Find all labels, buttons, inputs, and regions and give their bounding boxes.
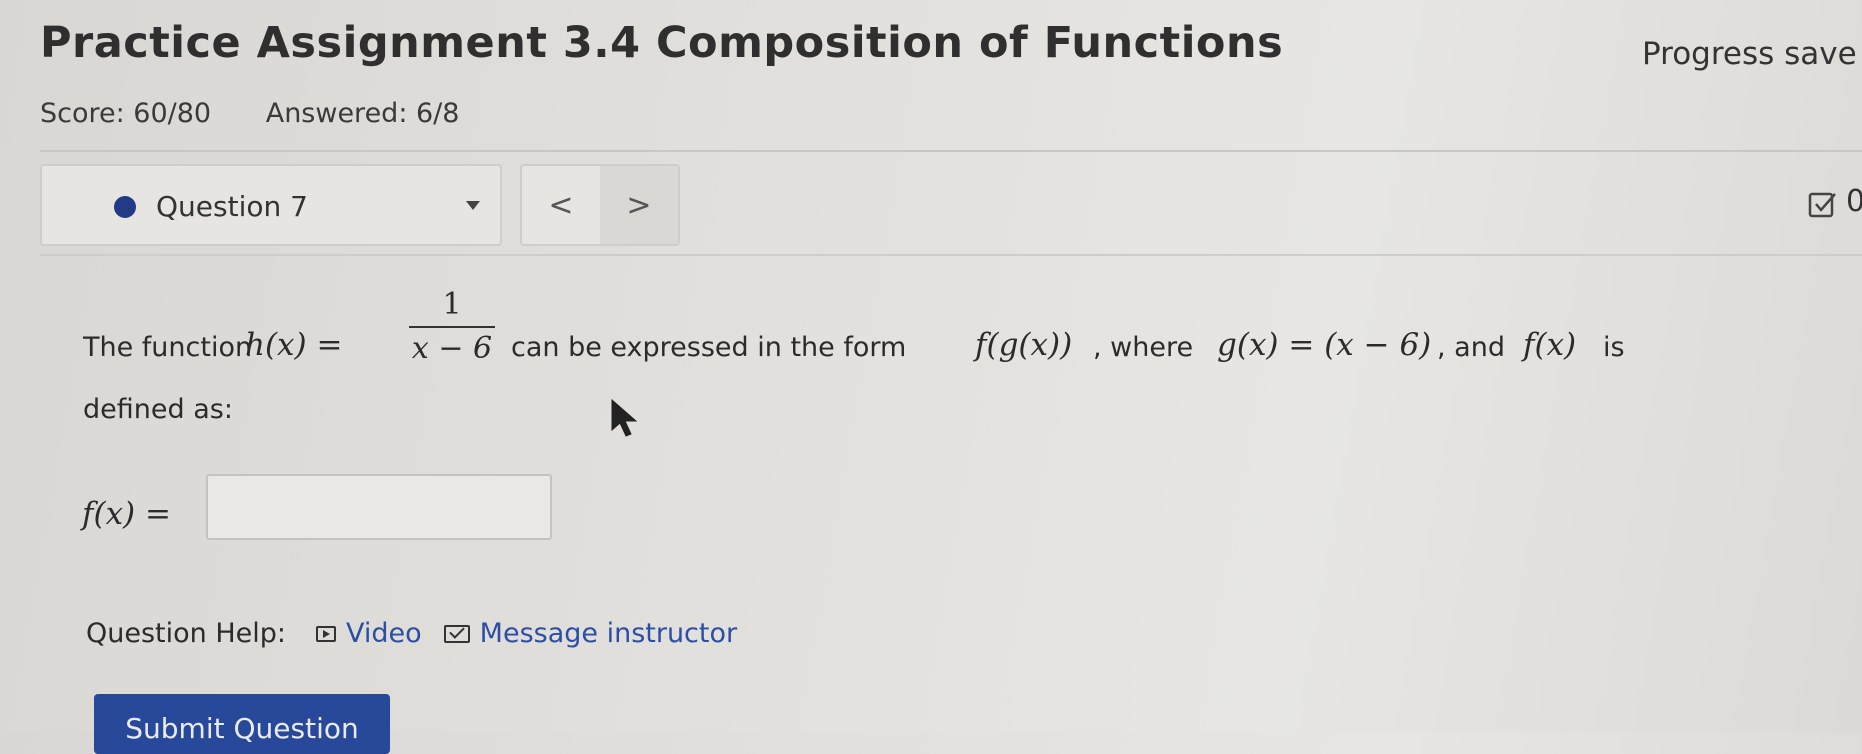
- mail-icon: [443, 624, 470, 643]
- question-select[interactable]: Question 7: [40, 164, 502, 246]
- g-function-definition: g(x) = (x − 6): [1217, 327, 1432, 363]
- fraction-numerator: 1: [442, 287, 462, 322]
- video-link[interactable]: Video: [316, 618, 422, 649]
- assignment-page: Practice Assignment 3.4 Composition of F…: [0, 0, 1862, 754]
- message-instructor-link[interactable]: Message instructor: [443, 618, 738, 649]
- progress-status: Progress save: [1642, 36, 1857, 72]
- assignment-title: Practice Assignment 3.4 Composition of F…: [40, 18, 1284, 68]
- next-question-button[interactable]: >: [600, 166, 678, 244]
- question-score-text: 0: [1846, 184, 1862, 219]
- question-pager: < >: [520, 164, 680, 246]
- is-text: is: [1603, 332, 1625, 363]
- and-text: , and: [1437, 332, 1505, 363]
- submit-question-button[interactable]: Submit Question: [94, 694, 390, 754]
- message-instructor-label: Message instructor: [479, 618, 738, 649]
- previous-question-button[interactable]: <: [522, 166, 600, 244]
- answer-input[interactable]: [206, 474, 552, 540]
- header-divider: [40, 150, 1862, 152]
- question-intro: The function: [83, 332, 253, 363]
- caret-down-icon: [466, 201, 480, 210]
- question-divider: [40, 254, 1862, 256]
- answered-text: Answered: 6/8: [265, 98, 460, 129]
- where-text: , where: [1093, 332, 1194, 363]
- question-mid-text: can be expressed in the form: [511, 332, 907, 363]
- question-select-label: Question 7: [156, 190, 308, 223]
- score-text: Score: 60/80: [40, 98, 212, 129]
- video-link-label: Video: [346, 618, 422, 649]
- question-status-dot-icon: [114, 196, 136, 218]
- mouse-cursor-icon: [611, 398, 638, 437]
- answer-label: f(x) =: [82, 496, 171, 532]
- question-navigation-bar: Question 7 < > 0: [40, 164, 1862, 252]
- checkbox-score-icon: [1808, 192, 1836, 218]
- video-icon: [316, 625, 336, 642]
- question-help-label: Question Help:: [86, 618, 286, 649]
- h-function-lhs: h(x) =: [245, 327, 343, 363]
- composition-expression: f(g(x)): [975, 327, 1073, 363]
- f-function-name: f(x): [1523, 327, 1577, 363]
- fraction: 1 x − 6: [409, 290, 495, 364]
- defined-as-text: defined as:: [83, 394, 233, 425]
- fraction-denominator: x − 6: [411, 331, 493, 366]
- score-summary: Score: 60/80 Answered: 6/8: [40, 98, 459, 129]
- question-help: Question Help: Video Message instructor: [86, 618, 759, 649]
